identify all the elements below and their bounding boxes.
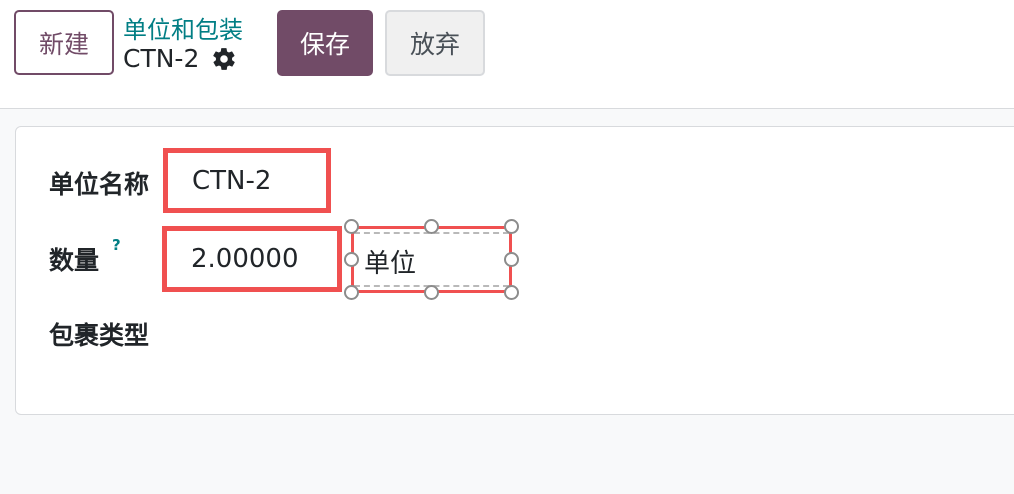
discard-button[interactable]: 放弃	[385, 10, 485, 76]
resize-handle-bottom-left[interactable]	[344, 285, 359, 300]
quantity-label: 数量	[49, 246, 100, 275]
record-title: CTN-2	[123, 44, 237, 73]
breadcrumb-link[interactable]: 单位和包装	[123, 10, 243, 45]
unit-name-label: 单位名称	[49, 170, 150, 199]
quantity-field[interactable]	[162, 226, 342, 292]
unit-name-input[interactable]	[192, 165, 326, 196]
resize-handle-bottom-right[interactable]	[504, 285, 519, 300]
package-type-label: 包裹类型	[49, 321, 150, 350]
resize-handle-top-right[interactable]	[504, 219, 519, 234]
resize-handle-middle-left[interactable]	[344, 252, 359, 267]
uom-value: 单位	[364, 249, 417, 279]
quantity-input[interactable]	[191, 244, 337, 274]
quantity-help-icon[interactable]: ?	[112, 236, 121, 254]
new-button[interactable]: 新建	[14, 10, 114, 75]
save-button[interactable]: 保存	[277, 10, 373, 76]
resize-handle-top-center[interactable]	[424, 219, 439, 234]
unit-name-field[interactable]	[163, 148, 331, 213]
gear-icon[interactable]	[211, 46, 237, 72]
uom-field[interactable]: 单位	[351, 226, 512, 293]
record-title-text: CTN-2	[123, 44, 200, 73]
resize-handle-top-left[interactable]	[344, 219, 359, 234]
resize-handle-middle-right[interactable]	[504, 252, 519, 267]
control-panel: 新建 单位和包装 CTN-2 保存 放弃	[0, 0, 1014, 109]
resize-handle-bottom-center[interactable]	[424, 285, 439, 300]
